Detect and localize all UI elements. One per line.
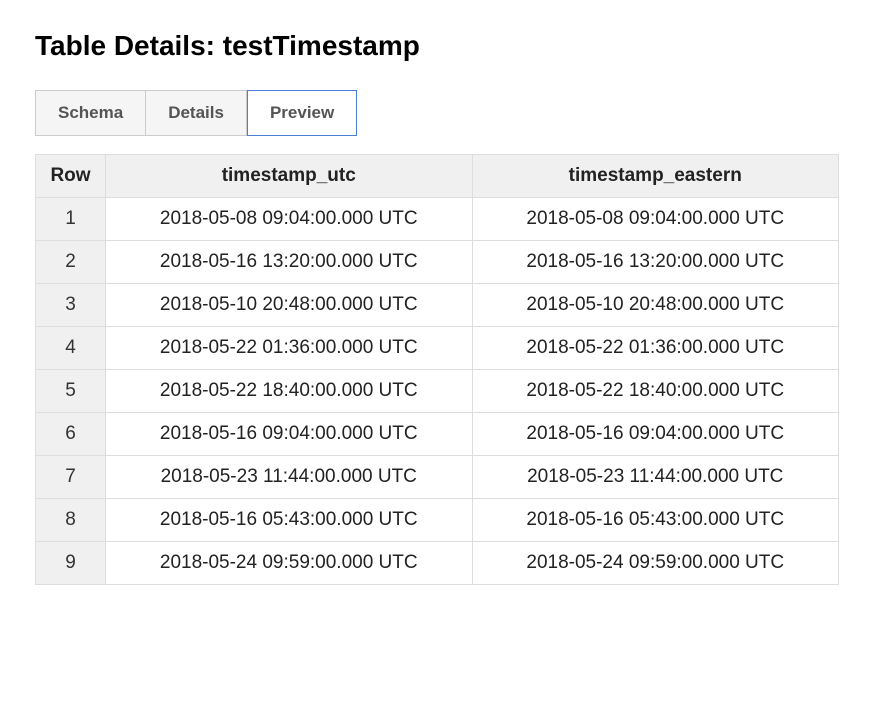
- cell-timestamp-eastern: 2018-05-10 20:48:00.000 UTC: [472, 284, 839, 327]
- col-header-timestamp-utc: timestamp_utc: [106, 155, 473, 198]
- table-row: 4 2018-05-22 01:36:00.000 UTC 2018-05-22…: [36, 327, 839, 370]
- tab-preview[interactable]: Preview: [247, 90, 357, 136]
- table-row: 6 2018-05-16 09:04:00.000 UTC 2018-05-16…: [36, 413, 839, 456]
- row-number: 3: [36, 284, 106, 327]
- row-number: 5: [36, 370, 106, 413]
- row-number: 6: [36, 413, 106, 456]
- table-row: 1 2018-05-08 09:04:00.000 UTC 2018-05-08…: [36, 198, 839, 241]
- cell-timestamp-eastern: 2018-05-22 01:36:00.000 UTC: [472, 327, 839, 370]
- row-number: 4: [36, 327, 106, 370]
- cell-timestamp-utc: 2018-05-24 09:59:00.000 UTC: [106, 542, 473, 585]
- tab-schema[interactable]: Schema: [35, 90, 146, 136]
- table-row: 2 2018-05-16 13:20:00.000 UTC 2018-05-16…: [36, 241, 839, 284]
- table-header-row: Row timestamp_utc timestamp_eastern: [36, 155, 839, 198]
- row-number: 1: [36, 198, 106, 241]
- cell-timestamp-utc: 2018-05-16 09:04:00.000 UTC: [106, 413, 473, 456]
- tab-details[interactable]: Details: [146, 90, 247, 136]
- cell-timestamp-utc: 2018-05-16 05:43:00.000 UTC: [106, 499, 473, 542]
- cell-timestamp-eastern: 2018-05-16 13:20:00.000 UTC: [472, 241, 839, 284]
- cell-timestamp-utc: 2018-05-16 13:20:00.000 UTC: [106, 241, 473, 284]
- cell-timestamp-utc: 2018-05-08 09:04:00.000 UTC: [106, 198, 473, 241]
- cell-timestamp-utc: 2018-05-22 01:36:00.000 UTC: [106, 327, 473, 370]
- cell-timestamp-utc: 2018-05-10 20:48:00.000 UTC: [106, 284, 473, 327]
- row-number: 9: [36, 542, 106, 585]
- col-header-row: Row: [36, 155, 106, 198]
- cell-timestamp-eastern: 2018-05-16 09:04:00.000 UTC: [472, 413, 839, 456]
- row-number: 8: [36, 499, 106, 542]
- table-row: 9 2018-05-24 09:59:00.000 UTC 2018-05-24…: [36, 542, 839, 585]
- table-row: 7 2018-05-23 11:44:00.000 UTC 2018-05-23…: [36, 456, 839, 499]
- table-row: 5 2018-05-22 18:40:00.000 UTC 2018-05-22…: [36, 370, 839, 413]
- cell-timestamp-eastern: 2018-05-16 05:43:00.000 UTC: [472, 499, 839, 542]
- preview-table: Row timestamp_utc timestamp_eastern 1 20…: [35, 154, 839, 585]
- row-number: 7: [36, 456, 106, 499]
- table-row: 8 2018-05-16 05:43:00.000 UTC 2018-05-16…: [36, 499, 839, 542]
- col-header-timestamp-eastern: timestamp_eastern: [472, 155, 839, 198]
- cell-timestamp-eastern: 2018-05-24 09:59:00.000 UTC: [472, 542, 839, 585]
- cell-timestamp-eastern: 2018-05-23 11:44:00.000 UTC: [472, 456, 839, 499]
- cell-timestamp-utc: 2018-05-23 11:44:00.000 UTC: [106, 456, 473, 499]
- row-number: 2: [36, 241, 106, 284]
- table-row: 3 2018-05-10 20:48:00.000 UTC 2018-05-10…: [36, 284, 839, 327]
- tab-bar: Schema Details Preview: [35, 90, 839, 136]
- page-title: Table Details: testTimestamp: [35, 30, 839, 62]
- cell-timestamp-utc: 2018-05-22 18:40:00.000 UTC: [106, 370, 473, 413]
- cell-timestamp-eastern: 2018-05-08 09:04:00.000 UTC: [472, 198, 839, 241]
- cell-timestamp-eastern: 2018-05-22 18:40:00.000 UTC: [472, 370, 839, 413]
